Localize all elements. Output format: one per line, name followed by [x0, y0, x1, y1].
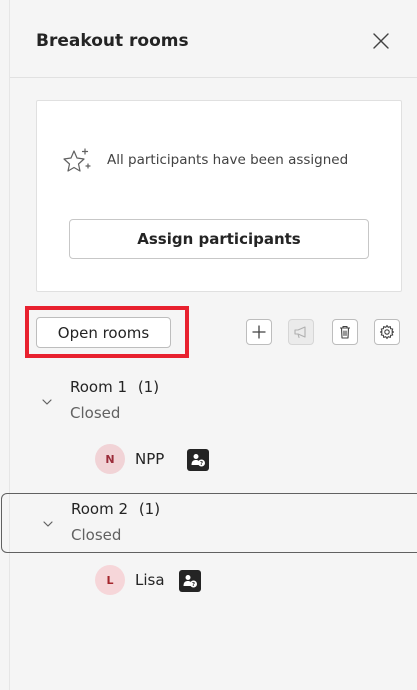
participant-name: Lisa: [135, 571, 165, 589]
room-settings-button[interactable]: [374, 319, 400, 345]
room-status: Closed: [70, 404, 121, 422]
person-question-icon: ?: [191, 454, 205, 467]
room-item-1[interactable]: Room 1 (1) Closed: [10, 372, 417, 432]
panel-header: Breakout rooms: [10, 0, 417, 78]
delete-room-button[interactable]: [332, 319, 358, 345]
chevron-down-icon[interactable]: [40, 397, 54, 407]
room-item-2[interactable]: Room 2 (1) Closed: [1, 493, 417, 553]
svg-text:?: ?: [192, 582, 195, 588]
room-title: Room 1: [70, 378, 128, 396]
room-title: Room 2: [71, 500, 129, 518]
participant-name: NPP: [135, 450, 165, 468]
participant-item[interactable]: N NPP ?: [95, 444, 295, 476]
close-button[interactable]: [366, 26, 396, 56]
close-icon: [373, 33, 389, 49]
svg-text:?: ?: [200, 461, 203, 467]
add-room-button[interactable]: [246, 319, 272, 345]
avatar: N: [95, 444, 125, 474]
panel-title: Breakout rooms: [36, 31, 189, 51]
assigned-message: All participants have been assigned: [107, 152, 349, 168]
plus-icon: [252, 325, 266, 339]
announcement-icon: [294, 326, 306, 339]
room-status: Closed: [71, 526, 122, 544]
chevron-down-icon[interactable]: [41, 519, 55, 529]
room-name: Room 2 (1): [71, 500, 160, 518]
person-question-icon: ?: [183, 575, 197, 588]
avatar: L: [95, 565, 125, 595]
room-count: (1): [137, 378, 160, 396]
room-name: Room 1 (1): [70, 378, 159, 396]
gear-icon: [379, 324, 395, 340]
open-rooms-button[interactable]: Open rooms: [36, 317, 171, 348]
presenter-badge: ?: [187, 449, 209, 471]
trash-icon: [340, 325, 350, 339]
assign-participants-button[interactable]: Assign participants: [69, 219, 369, 259]
announcement-button[interactable]: [288, 319, 314, 345]
participant-item[interactable]: L Lisa ?: [95, 565, 295, 597]
sparkle-star-icon: [63, 148, 91, 172]
room-count: (1): [138, 500, 161, 518]
presenter-badge: ?: [179, 570, 201, 592]
assignment-status-card: All participants have been assigned Assi…: [36, 100, 402, 292]
breakout-rooms-panel: Breakout rooms All participants have bee…: [1, 0, 417, 690]
